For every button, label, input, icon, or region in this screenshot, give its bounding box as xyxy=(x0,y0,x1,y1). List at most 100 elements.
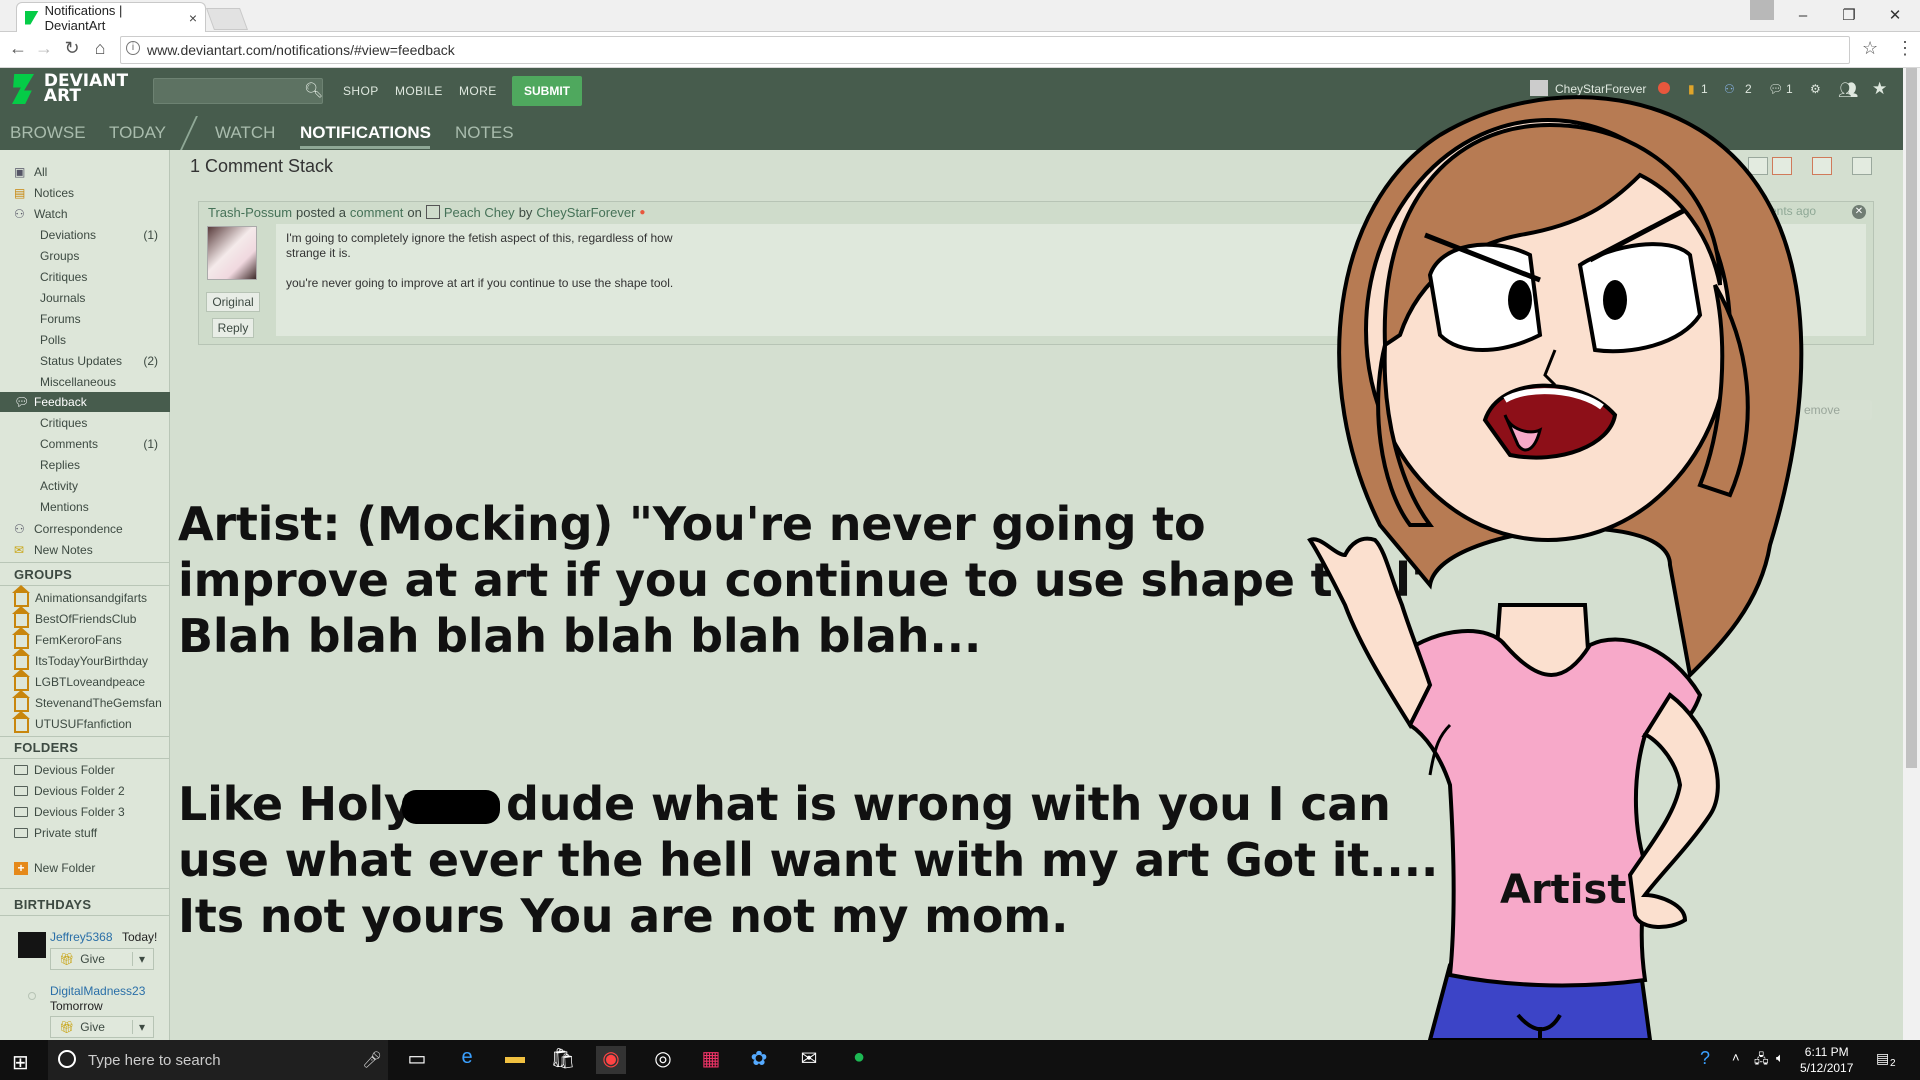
new-folder-button[interactable]: + New Folder xyxy=(14,858,170,878)
spotify-icon[interactable]: ● xyxy=(844,1046,874,1074)
microphone-icon[interactable]: 🎤︎ xyxy=(362,1050,382,1070)
tray-chevron-icon[interactable]: ˄ xyxy=(1732,1050,1740,1065)
sidebar-sub-miscellaneous[interactable]: Miscellaneous xyxy=(40,375,158,389)
site-info-icon[interactable]: i xyxy=(126,41,140,55)
nav-mobile[interactable]: MOBILE xyxy=(395,84,443,98)
sidebar-item-new-notes[interactable]: ✉ New Notes xyxy=(14,540,170,560)
sidebar-sub-status-updates[interactable]: Status Updates (2) xyxy=(40,354,158,368)
group-item[interactable]: ItsTodayYourBirthday xyxy=(12,647,170,671)
tab-notifications[interactable]: NOTIFICATIONS xyxy=(300,123,431,143)
commenter-avatar[interactable] xyxy=(207,226,257,280)
deviantart-logo[interactable]: DEVIANT ART xyxy=(12,73,128,106)
file-explorer-icon[interactable]: ▬ xyxy=(500,1046,530,1074)
submit-button[interactable]: SUBMIT xyxy=(512,76,582,106)
sidebar-item-label: Critiques xyxy=(40,416,88,430)
sidebar-sub-polls[interactable]: Polls xyxy=(40,333,158,347)
nav-more[interactable]: MORE xyxy=(459,84,497,98)
left-pupil xyxy=(1508,280,1532,320)
reload-icon[interactable]: ↻ xyxy=(60,38,84,59)
home-icon[interactable]: ⌂ xyxy=(88,38,112,59)
comment-link[interactable]: comment xyxy=(350,205,403,220)
taskbar-clock[interactable]: 6:11 PM 5/12/2017 xyxy=(1800,1044,1853,1076)
group-item[interactable]: Animationsandgifarts xyxy=(12,584,170,608)
sidebar-sub-replies[interactable]: Replies xyxy=(40,458,158,472)
sidebar-item-feedback[interactable]: 💬︎ Feedback xyxy=(14,392,170,412)
sidebar-item-label: Deviations xyxy=(40,228,97,242)
windows-start-icon[interactable]: ⊞ xyxy=(12,1050,29,1075)
group-item[interactable]: StevenandTheGemsfan xyxy=(12,689,170,713)
restore-button[interactable]: ❐ xyxy=(1826,0,1872,30)
search-icon[interactable]: 🔍︎ xyxy=(304,81,323,99)
mail-icon[interactable]: ✉ xyxy=(794,1046,824,1074)
search-input[interactable] xyxy=(153,78,323,104)
help-icon[interactable]: ? xyxy=(1700,1048,1710,1069)
app-icon[interactable]: ◎ xyxy=(648,1046,678,1074)
sidebar-sub-critiques[interactable]: Critiques xyxy=(40,270,158,284)
settings-app-icon[interactable]: ✿ xyxy=(744,1046,774,1074)
folder-item[interactable]: Devious Folder 3 xyxy=(14,802,170,822)
birthday-avatar[interactable] xyxy=(18,932,46,958)
sidebar-item-label: New Notes xyxy=(34,543,93,557)
network-icon[interactable]: 🖧︎ xyxy=(1754,1050,1769,1072)
sidebar-sub-critiques-feedback[interactable]: Critiques xyxy=(40,416,158,430)
nav-shop[interactable]: SHOP xyxy=(343,84,379,98)
forward-icon[interactable]: → xyxy=(32,38,56,59)
original-button[interactable]: Original xyxy=(206,292,260,312)
give-button[interactable]: 🎁︎ Give ▾ xyxy=(50,948,154,970)
paint-icon[interactable]: ▦ xyxy=(696,1046,726,1074)
url-input[interactable]: www.deviantart.com/notifications/#view=f… xyxy=(120,36,1850,64)
owner-link[interactable]: CheyStarForever xyxy=(536,205,635,220)
scrollbar-thumb[interactable] xyxy=(1906,68,1917,768)
volume-icon[interactable]: 🔈︎ xyxy=(1776,1050,1784,1066)
birthday-username[interactable]: Jeffrey5368 xyxy=(50,930,113,944)
sidebar-item-watch[interactable]: ⚇ Watch xyxy=(14,204,170,224)
sidebar-sub-deviations[interactable]: Deviations (1) xyxy=(40,228,158,242)
close-window-button[interactable]: ✕ xyxy=(1872,0,1918,30)
sidebar-sub-comments[interactable]: Comments (1) xyxy=(40,437,158,451)
logo-line-2: ART xyxy=(43,86,82,106)
sidebar-sub-groups[interactable]: Groups xyxy=(40,249,158,263)
reply-button[interactable]: Reply xyxy=(212,318,254,338)
back-icon[interactable]: ← xyxy=(6,38,30,59)
sidebar-sub-mentions[interactable]: Mentions xyxy=(40,500,158,514)
store-icon[interactable]: 🛍︎ xyxy=(548,1046,578,1074)
sidebar-item-notices[interactable]: ▤ Notices xyxy=(14,183,170,203)
action-center-icon[interactable]: ▤ xyxy=(1876,1050,1889,1067)
menu-icon[interactable]: ⋮ xyxy=(1896,38,1914,59)
folder-item[interactable]: Devious Folder 2 xyxy=(14,781,170,801)
deviation-link[interactable]: Peach Chey xyxy=(444,205,515,220)
group-item[interactable]: LGBTLoveandpeace xyxy=(12,668,170,692)
minimize-button[interactable]: – xyxy=(1780,0,1826,30)
cortana-icon[interactable] xyxy=(58,1050,76,1068)
folder-item[interactable]: Private stuff xyxy=(14,823,170,843)
sidebar-item-all[interactable]: ▣ All xyxy=(14,162,170,182)
tab-today[interactable]: TODAY xyxy=(109,123,166,143)
author-link[interactable]: Trash-Possum xyxy=(208,205,292,220)
chrome-icon[interactable]: ◉ xyxy=(596,1046,626,1074)
folder-item[interactable]: Devious Folder xyxy=(14,760,170,780)
profile-icon[interactable] xyxy=(1750,0,1774,20)
browser-tab[interactable]: Notifications | DeviantArt × xyxy=(16,2,206,33)
task-view-icon[interactable]: ▭ xyxy=(402,1046,432,1074)
sidebar-sub-journals[interactable]: Journals xyxy=(40,291,158,305)
new-folder-label: New Folder xyxy=(34,861,96,875)
sidebar-item-label: Correspondence xyxy=(34,522,123,536)
birthday-username[interactable]: DigitalMadness23 xyxy=(50,984,145,998)
tab-watch[interactable]: WATCH xyxy=(215,123,275,143)
group-item[interactable]: BestOfFriendsClub xyxy=(12,605,170,629)
group-item[interactable]: FemKeroroFans xyxy=(12,626,170,650)
edge-icon[interactable]: e xyxy=(452,1046,482,1074)
tab-notes[interactable]: NOTES xyxy=(455,123,514,143)
group-name: StevenandTheGemsfan xyxy=(35,696,162,710)
taskbar-search[interactable]: Type here to search xyxy=(48,1040,388,1080)
tab-browse[interactable]: BROWSE xyxy=(10,123,86,143)
bookmark-star-icon[interactable]: ☆ xyxy=(1862,38,1878,59)
group-item[interactable]: UTUSUFfanfiction xyxy=(12,710,170,734)
sidebar-sub-activity[interactable]: Activity xyxy=(40,479,158,493)
sidebar-sub-forums[interactable]: Forums xyxy=(40,312,158,326)
close-tab-icon[interactable]: × xyxy=(189,10,197,26)
folder-icon xyxy=(14,786,28,796)
give-button[interactable]: 🎁︎ Give ▾ xyxy=(50,1016,154,1038)
sidebar-item-correspondence[interactable]: ⚇ Correspondence xyxy=(14,519,170,539)
birthday-avatar[interactable] xyxy=(28,992,36,1000)
